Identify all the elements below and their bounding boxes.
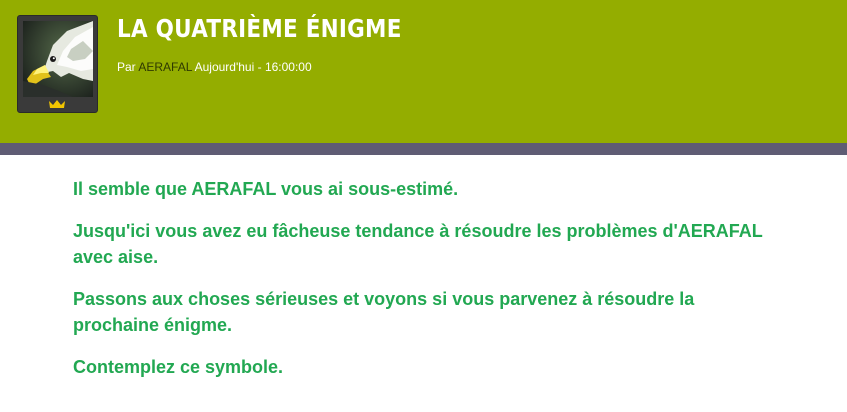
post-meta: Par AERAFAL Aujourd'hui - 16:00:00 (117, 60, 312, 74)
paragraph: Il semble que AERAFAL vous ai sous-estim… (73, 179, 459, 199)
by-prefix: Par (117, 60, 136, 74)
avatar[interactable] (23, 21, 93, 97)
author-avatar-frame[interactable] (17, 15, 98, 113)
crown-icon (49, 100, 65, 108)
paragraph: Contemplez ce symbole. (73, 357, 284, 377)
post-date: Aujourd'hui - 16:00:00 (194, 60, 312, 74)
eagle-avatar-icon (23, 21, 93, 97)
post-body: Il semble que AERAFAL vous ai sous-estim… (73, 176, 773, 396)
header-divider (0, 143, 847, 155)
paragraph: Jusqu'ici vous avez eu fâcheuse tendance… (73, 221, 763, 267)
author-link[interactable]: AERAFAL (138, 60, 192, 74)
post-header: LA QUATRIÈME ÉNIGME Par AERAFAL Aujourd'… (0, 0, 847, 143)
post-title: LA QUATRIÈME ÉNIGME (117, 14, 402, 43)
paragraph: Passons aux choses sérieuses et voyons s… (73, 289, 695, 335)
